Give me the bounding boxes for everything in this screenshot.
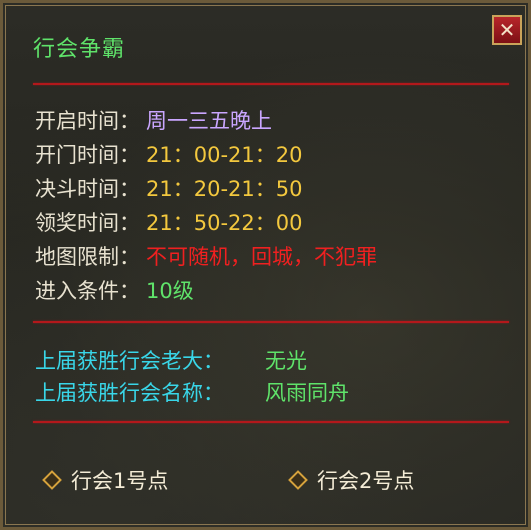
last-winner-guild-value: 风雨同舟 (265, 381, 349, 405)
duel-time-row: 决斗时间： 21：20-21：50 (35, 173, 302, 203)
duel-time-value: 21：20-21：50 (146, 177, 303, 201)
guild-point-1-button[interactable]: 行会1号点 (42, 463, 169, 497)
divider-bottom (33, 421, 509, 423)
reward-time-value: 21：50-22：00 (146, 211, 303, 235)
map-limit-value: 不可随机，回城，不犯罪 (146, 245, 377, 269)
map-limit-row: 地图限制： 不可随机，回城，不犯罪 (35, 241, 377, 271)
duel-time-label: 决斗时间： (35, 177, 140, 201)
open-time-label: 开启时间： (35, 109, 140, 133)
reward-time-label: 领奖时间： (35, 211, 140, 235)
guild-point-1-label: 行会1号点 (71, 469, 169, 493)
guild-point-2-label: 行会2号点 (317, 469, 415, 493)
diamond-icon (42, 470, 62, 490)
door-time-row: 开门时间： 21：00-21：20 (35, 139, 302, 169)
diamond-icon (288, 470, 308, 490)
guild-point-2-button[interactable]: 行会2号点 (288, 463, 415, 497)
open-time-value: 周一三五晚上 (146, 109, 272, 133)
last-winner-leader-label: 上届获胜行会老大： (35, 349, 224, 373)
guild-war-panel: 行会争霸 ✕ 开启时间： 周一三五晚上 开门时间： 21：00-21：20 决斗时间… (0, 0, 531, 530)
entry-condition-row: 进入条件： 10级 (35, 275, 194, 305)
entry-condition-label: 进入条件： (35, 279, 140, 303)
open-time-row: 开启时间： 周一三五晚上 (35, 105, 272, 135)
last-winner-leader-value: 无光 (265, 349, 307, 373)
divider-middle (33, 321, 509, 323)
divider-top (33, 83, 509, 85)
door-time-label: 开门时间： (35, 143, 140, 167)
door-time-value: 21：00-21：20 (146, 143, 303, 167)
map-limit-label: 地图限制： (35, 245, 140, 269)
entry-condition-value: 10级 (146, 279, 194, 303)
reward-time-row: 领奖时间： 21：50-22：00 (35, 207, 302, 237)
last-winner-guild-label: 上届获胜行会名称： (35, 381, 224, 405)
close-icon: ✕ (498, 18, 516, 42)
close-button[interactable]: ✕ (492, 15, 522, 45)
panel-title: 行会争霸 (33, 37, 126, 62)
